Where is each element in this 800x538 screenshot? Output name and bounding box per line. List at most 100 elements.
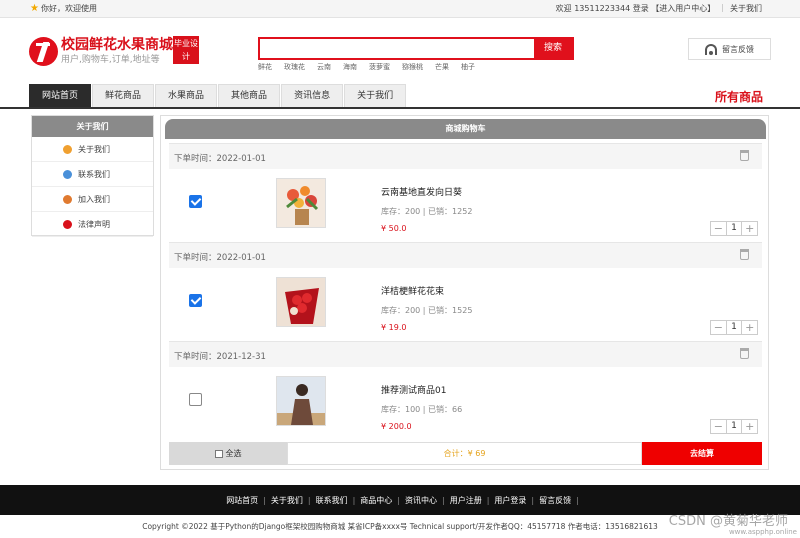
product-name[interactable]: 推荐测试商品01 [381,383,446,396]
item-checkbox[interactable] [189,393,202,406]
product-stock: 库存：100 | 已销：66 [381,405,463,414]
sidebar-item-icon [63,194,72,204]
headset-icon [705,43,717,55]
hot-keyword[interactable]: 海南 [343,62,357,72]
user-links: 欢迎 13511223344 登录 【进入用户中心】 | 关于我们 [556,3,762,14]
feedback-label: 留言反馈 [722,44,754,54]
sidebar-item-icon [63,169,72,179]
order-time: 下单时间：2022-01-01 [174,154,266,164]
greeting-area: ★ 你好，欢迎使用 [30,3,97,14]
nav-tab[interactable]: 水果商品 [155,84,218,107]
nav-tab[interactable]: 鲜花商品 [92,84,155,107]
footer-link[interactable]: 用户注册 [445,495,487,506]
quantity-stepper: −1 + [710,320,758,335]
hot-keyword[interactable]: 菠萝蜜 [369,62,390,72]
product-price: ¥ 50.0 [381,224,407,233]
trash-icon[interactable] [740,249,749,260]
quantity-stepper: −1 + [710,419,758,434]
plus-icon[interactable]: + [741,222,757,235]
footer-link[interactable]: 用户登录 [489,495,531,506]
main-nav: 网站首页 鲜花商品 水果商品 其他商品 资讯信息 关于我们 所有商品 [0,84,800,109]
item-checkbox[interactable] [189,294,202,307]
site-title: 校园鲜花水果商城 [61,37,173,53]
product-image[interactable] [276,178,326,228]
footer-link[interactable]: 网站首页 [221,495,263,506]
order-time: 下单时间：2022-01-01 [174,253,266,263]
sidebar-item-icon [63,144,72,154]
search-input[interactable] [260,39,535,58]
product-price: ¥ 200.0 [381,422,412,431]
hot-keyword[interactable]: 玫瑰花 [284,62,305,72]
sidebar-item[interactable]: 联系我们 [32,162,153,187]
sidebar-item-label: 加入我们 [78,194,110,204]
product-image[interactable] [276,376,326,426]
about-link[interactable]: 关于我们 [730,3,762,14]
cart-order: 下单时间：2021-12-31 推荐测试商品01 库存：100 | 已销：66 ¥ 2… [169,341,762,438]
plus-icon[interactable]: + [741,321,757,334]
sidebar-title: 关于我们 [32,116,153,137]
logo-icon [29,37,58,66]
hot-keyword[interactable]: 柚子 [461,62,475,72]
quantity-value[interactable]: 1 [727,321,742,334]
feedback-button[interactable]: 留言反馈 [688,38,771,60]
quantity-value[interactable]: 1 [727,420,742,433]
footer-link[interactable]: 联系我们 [311,495,353,506]
sidebar: 关于我们 关于我们联系我们加入我们法律声明 [31,115,154,237]
nav-tab[interactable]: 其他商品 [218,84,281,107]
site-subtitle: 用户,购物车,订单,地址等 [61,55,160,65]
nav-tab[interactable]: 资讯信息 [281,84,344,107]
sidebar-item-label: 关于我们 [78,144,110,154]
nav-tab[interactable]: 关于我们 [344,84,407,107]
minus-icon[interactable]: − [711,420,727,433]
footer-link[interactable]: 商品中心 [355,495,397,506]
cart-order: 下单时间：2022-01-01 洋桔梗鲜花花束库存：200 | 已销：1525 ¥ … [169,242,762,339]
user-center-link[interactable]: 欢迎 13511223344 登录 【进入用户中心】 [556,3,716,14]
select-all-label: 全选 [225,449,242,458]
hot-keyword[interactable]: 鲜花 [258,62,272,72]
order-header: 下单时间：2022-01-01 [169,143,762,169]
hot-keyword[interactable]: 猕猴桃 [402,62,423,72]
product-price: ¥ 19.0 [381,323,407,332]
star-icon: ★ [30,3,39,14]
trash-icon[interactable] [740,150,749,161]
item-checkbox[interactable] [189,195,202,208]
sidebar-item-icon [63,219,72,229]
order-header: 下单时间：2021-12-31 [169,341,762,367]
order-header: 下单时间：2022-01-01 [169,242,762,268]
hot-keywords: 鲜花 玫瑰花 云南 海南 菠萝蜜 猕猴桃 芒果 柚子 [258,62,475,72]
minus-icon[interactable]: − [711,222,727,235]
cart-summary-bar: 全选 合计：¥ 69 去结算 [169,442,762,465]
search-button[interactable]: 搜索 [534,39,572,58]
watermark-url: www.aspphp.online [728,528,797,536]
trash-icon[interactable] [740,348,749,359]
checkbox-icon [214,449,223,458]
order-time: 下单时间：2021-12-31 [174,352,266,362]
watermark: CSDN @黄菊华老师 [668,514,788,529]
sidebar-item[interactable]: 关于我们 [32,137,153,162]
minus-icon[interactable]: − [711,321,727,334]
sidebar-item[interactable]: 加入我们 [32,187,153,212]
plus-icon[interactable]: + [741,420,757,433]
select-all-checkbox[interactable]: 全选 [169,442,287,465]
greeting-text: 你好，欢迎使用 [40,4,97,13]
product-stock: 库存：200 | 已销：1252 [381,207,473,216]
footer-link[interactable]: 关于我们 [266,495,308,506]
nav-tab[interactable]: 网站首页 [29,84,92,107]
product-name[interactable]: 云南基地直发向日葵 [381,185,462,198]
graduation-badge: 毕业设计 [173,36,199,64]
product-image[interactable] [276,277,326,327]
product-name[interactable]: 洋桔梗鲜花花束 [381,284,444,297]
sidebar-item[interactable]: 法律声明 [32,212,153,237]
divider: | [721,3,724,12]
quantity-value[interactable]: 1 [727,222,742,235]
sidebar-item-label: 法律声明 [78,219,110,229]
footer-link[interactable]: 资讯中心 [400,495,442,506]
all-goods-link[interactable]: 所有商品 [715,88,763,105]
hot-keyword[interactable]: 芒果 [435,62,449,72]
footer-link[interactable]: 留言反馈 [534,495,576,506]
hot-keyword[interactable]: 云南 [317,62,331,72]
site-logo[interactable]: 校园鲜花水果商城 用户,购物车,订单,地址等 毕业设计 [29,34,199,70]
checkout-button[interactable]: 去结算 [642,442,762,465]
product-stock: 库存：200 | 已销：1525 [381,306,473,315]
nav-tabs: 网站首页 鲜花商品 水果商品 其他商品 资讯信息 关于我们 [29,84,407,107]
